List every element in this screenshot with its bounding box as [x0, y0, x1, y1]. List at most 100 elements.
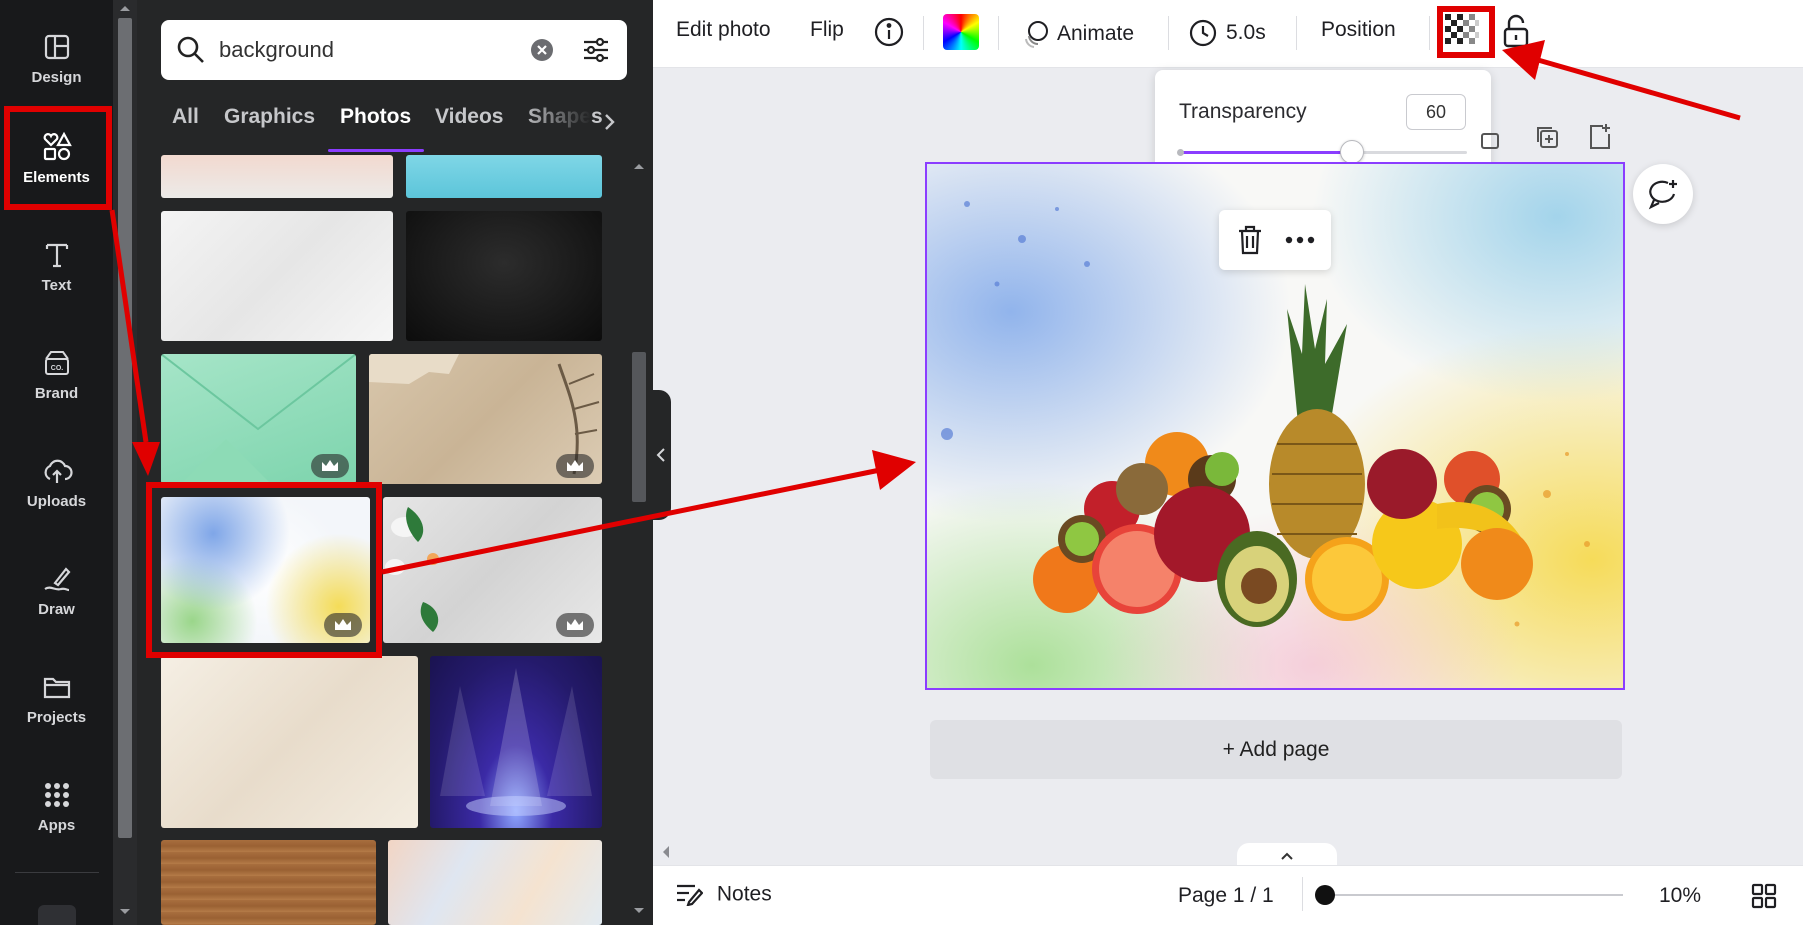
photo-result[interactable]	[383, 497, 602, 643]
transparency-value-input[interactable]: 60	[1406, 94, 1466, 130]
apps-grid-icon	[44, 782, 69, 807]
filter-icon[interactable]	[580, 34, 612, 66]
photo-result[interactable]	[430, 656, 602, 828]
photo-result[interactable]	[388, 840, 602, 925]
rail-item-apps[interactable]: Apps	[0, 756, 113, 856]
photo-result[interactable]	[161, 155, 393, 198]
clear-search-icon[interactable]	[530, 38, 554, 62]
photo-result[interactable]	[406, 211, 602, 341]
more-options-icon[interactable]	[1285, 236, 1315, 244]
photo-result[interactable]	[369, 354, 602, 484]
rail-item-label: Uploads	[26, 492, 87, 510]
search-input[interactable]	[219, 37, 519, 63]
duration-button[interactable]: 5.0s	[1188, 18, 1266, 48]
scroll-up-icon	[120, 6, 130, 11]
transparency-slider-fill	[1179, 151, 1352, 154]
transparency-slider[interactable]	[1177, 140, 1467, 164]
photo-result[interactable]	[161, 840, 376, 925]
rail-bottom-button[interactable]	[38, 905, 76, 925]
duplicate-page-icon[interactable]	[1534, 124, 1560, 150]
brand-icon: CO.	[44, 350, 69, 375]
expand-pages-tab[interactable]	[1237, 843, 1337, 867]
add-page-icon[interactable]	[1587, 122, 1613, 150]
add-page-button[interactable]: + Add page	[930, 720, 1622, 779]
photo-result-watercolor[interactable]	[161, 497, 370, 643]
crown-icon	[322, 460, 338, 471]
tab-photos[interactable]: Photos	[340, 105, 411, 129]
trash-icon[interactable]	[1236, 224, 1264, 256]
rail-item-projects[interactable]: Projects	[0, 648, 113, 748]
transparency-checker-icon	[1445, 14, 1479, 48]
shapes-icon	[43, 131, 72, 160]
rail-scrollbar[interactable]	[113, 0, 137, 925]
spotlight-shape	[440, 668, 592, 816]
photo-result[interactable]	[161, 211, 393, 341]
rail-item-label: Projects	[26, 708, 87, 726]
premium-badge	[556, 454, 594, 478]
color-button[interactable]	[943, 14, 979, 50]
bottom-bar: Notes Page 1 / 1 10%	[653, 865, 1803, 925]
notes-button[interactable]: Notes	[675, 882, 772, 908]
info-icon	[874, 17, 904, 47]
search-box[interactable]	[161, 20, 627, 80]
scroll-up-icon	[634, 164, 644, 169]
premium-badge	[324, 613, 362, 637]
photo-result[interactable]	[161, 656, 418, 828]
premium-badge	[311, 454, 349, 478]
zoom-level[interactable]: 10%	[1659, 884, 1701, 908]
chevron-up-icon	[1281, 852, 1293, 860]
clock-icon	[1189, 19, 1217, 47]
element-context-menu	[1219, 210, 1331, 270]
photo-result[interactable]	[161, 354, 356, 484]
scrollbar-thumb[interactable]	[632, 352, 646, 502]
page-indicator[interactable]: Page 1 / 1	[1178, 884, 1274, 908]
flip-button[interactable]: Flip	[810, 18, 844, 42]
collapse-panel-handle[interactable]	[651, 390, 671, 520]
crown-icon	[567, 460, 583, 471]
photo-result[interactable]	[406, 155, 602, 198]
layout-icon	[44, 34, 69, 59]
scroll-down-icon	[120, 909, 130, 914]
zoom-slider[interactable]	[1326, 894, 1623, 896]
scrollbar-thumb[interactable]	[118, 18, 132, 838]
active-tab-indicator	[328, 149, 424, 152]
rail-item-draw[interactable]: Draw	[0, 540, 113, 640]
toolbar-separator	[1429, 16, 1430, 50]
scroll-left-icon[interactable]	[660, 845, 672, 859]
edit-photo-button[interactable]: Edit photo	[676, 18, 771, 42]
canva-editor: Design Elements Text CO. Brand Uploads D…	[0, 0, 1803, 925]
grid-view-icon[interactable]	[1750, 882, 1778, 910]
results-scrollbar[interactable]	[627, 152, 651, 925]
rail-item-brand[interactable]: CO. Brand	[0, 324, 113, 424]
rail-item-text[interactable]: Text	[0, 216, 113, 316]
media-tabs: All Graphics Photos Videos Shapes	[161, 105, 621, 155]
rail-item-elements[interactable]: Elements	[0, 108, 113, 208]
notes-label: Notes	[716, 882, 772, 906]
transparency-button[interactable]	[1445, 14, 1479, 48]
chevron-left-icon	[656, 448, 665, 462]
rail-item-label: Brand	[34, 384, 79, 402]
rail-item-design[interactable]: Design	[0, 8, 113, 108]
tab-all[interactable]: All	[172, 105, 199, 129]
rail-item-label: Apps	[37, 816, 76, 834]
position-button[interactable]: Position	[1321, 18, 1396, 42]
animate-button[interactable]: Animate	[1019, 18, 1134, 50]
tab-videos[interactable]: Videos	[435, 105, 503, 129]
toolbar-separator	[923, 16, 924, 50]
text-icon	[45, 243, 68, 267]
info-button[interactable]	[873, 16, 905, 48]
transparency-slider-handle[interactable]	[1339, 140, 1364, 164]
chevron-right-icon[interactable]	[601, 109, 619, 135]
transparency-label: Transparency	[1179, 100, 1307, 123]
notes-icon	[677, 885, 704, 908]
top-toolbar: Edit photo Flip Animate 5.0s Position	[653, 0, 1803, 68]
folder-icon	[43, 677, 70, 698]
left-rail: Design Elements Text CO. Brand Uploads D…	[0, 0, 113, 925]
lock-button[interactable]	[1501, 14, 1531, 48]
add-comment-button[interactable]	[1633, 164, 1693, 224]
toolbar-separator	[1168, 16, 1169, 50]
rail-item-uploads[interactable]: Uploads	[0, 432, 113, 532]
lock-page-icon[interactable]	[1480, 124, 1500, 150]
tab-graphics[interactable]: Graphics	[224, 105, 315, 129]
zoom-slider-handle[interactable]	[1315, 885, 1335, 905]
